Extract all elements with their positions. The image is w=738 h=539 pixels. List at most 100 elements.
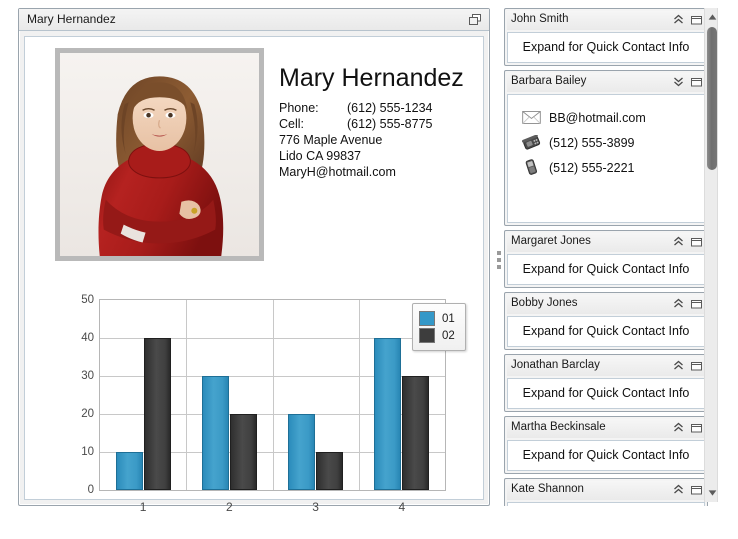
legend-swatch-02 [419, 328, 435, 343]
splitter-grip-dot [497, 258, 501, 262]
chevron-up-icon[interactable] [673, 298, 684, 312]
app-root: Mary Hernandez [0, 0, 738, 539]
quick-contact-panel-body: Expand for Quick Contact Info [507, 254, 705, 285]
contact-email: MaryH@hotmail.com [279, 164, 494, 180]
restore-window-icon[interactable] [469, 14, 482, 26]
legend-swatch-01 [419, 311, 435, 326]
restore-window-icon[interactable] [691, 77, 702, 90]
quick-contact-panel-header[interactable]: Martha Beckinsale [507, 419, 705, 438]
expand-quick-contact-button[interactable]: Expand for Quick Contact Info [508, 317, 704, 346]
restore-window-icon[interactable] [691, 423, 702, 436]
phone-label: Phone: [279, 100, 347, 116]
quick-contact-panel-header[interactable]: Margaret Jones [507, 233, 705, 252]
quick-contact-panel-tools [673, 360, 702, 374]
scrollbar-thumb[interactable] [707, 27, 717, 170]
quick-contact-detail-value: BB@hotmail.com [549, 111, 646, 125]
chart-bar [316, 452, 343, 490]
mobile-phone-icon [520, 159, 542, 176]
chevron-down-icon[interactable] [673, 76, 684, 90]
chevron-up-icon[interactable] [673, 484, 684, 498]
splitter-grip-dot [497, 265, 501, 269]
expand-quick-contact-button[interactable]: Expand for Quick Contact Info [508, 441, 704, 470]
contact-info: Mary Hernandez Phone:(612) 555-1234 Cell… [279, 65, 494, 180]
restore-window-icon[interactable] [691, 299, 702, 312]
chart-y-tick: 40 [81, 332, 94, 344]
contact-cell-row: Cell:(612) 555-8775 [279, 116, 494, 132]
chart-bar [116, 452, 143, 490]
restore-window-icon[interactable] [691, 237, 702, 250]
contact-name: Mary Hernandez [279, 65, 494, 91]
cell-value: (612) 555-8775 [347, 117, 432, 131]
quick-contact-panel-header[interactable]: Barbara Bailey [507, 73, 705, 92]
chart-y-tick: 30 [81, 370, 94, 382]
chart-gridline-v [273, 300, 274, 490]
quick-contact-panel-tools [673, 298, 702, 312]
quick-contact-panel: John Smith Expand for Quick Contact Info [504, 8, 708, 66]
quick-contact-panel-tools [673, 236, 702, 250]
quick-contact-panel-body: Expand for Quick Contact Info [507, 32, 705, 63]
quick-contact-panel: Jonathan Barclay Expand for Quick Contact… [504, 354, 708, 412]
chart-x-tick: 1 [140, 500, 147, 514]
quick-contact-name: Bobby Jones [511, 297, 578, 309]
chart-plot-area: 010203040501234 [99, 299, 446, 491]
chart-legend: 01 02 [412, 303, 466, 351]
quick-contact-panel-header[interactable]: Jonathan Barclay [507, 357, 705, 376]
chart-gridline-v [359, 300, 360, 490]
chart-bar [288, 414, 315, 490]
quick-contact-name: Margaret Jones [511, 235, 591, 247]
desk-phone-icon [520, 135, 542, 150]
legend-label-02: 02 [442, 330, 455, 342]
quick-contact-panel-header[interactable]: John Smith [507, 11, 705, 30]
chevron-up-icon[interactable] [673, 236, 684, 250]
envelope-icon [520, 111, 542, 124]
chart-x-tick: 3 [312, 500, 319, 514]
chart-bar [144, 338, 171, 490]
quick-contact-panel-body: Expand for Quick Contact Info [507, 316, 705, 347]
chart-x-tick: 2 [226, 500, 233, 514]
legend-label-01: 01 [442, 313, 455, 325]
quick-contact-panel-tools [673, 14, 702, 28]
quick-contact-panel-body: Expand for Quick Contact Info [507, 440, 705, 471]
phone-value: (612) 555-1234 [347, 101, 432, 115]
restore-window-icon[interactable] [691, 361, 702, 374]
quick-contact-panel-body: Expand for Quick Contact Info [507, 502, 705, 506]
quick-contacts-pane: John SmithExpand for Quick Contact InfoB… [504, 8, 738, 506]
quick-contact-panel-header[interactable]: Kate Shannon [507, 481, 705, 500]
vertical-splitter[interactable] [494, 8, 504, 506]
chart-bar [202, 376, 229, 490]
expand-quick-contact-button[interactable]: Expand for Quick Contact Info [508, 255, 704, 284]
quick-contact-detail-list: BB@hotmail.com(512) 555-3899(512) 555-22… [508, 95, 704, 222]
splitter-grip-dot [497, 251, 501, 255]
chevron-up-icon[interactable] [673, 360, 684, 374]
chart-y-tick: 10 [81, 446, 94, 458]
restore-window-icon[interactable] [691, 485, 702, 498]
quick-contact-detail-row: BB@hotmail.com [520, 105, 704, 130]
quick-contact-panel: Bobby Jones Expand for Quick Contact Info [504, 292, 708, 350]
vertical-scrollbar[interactable] [704, 8, 718, 502]
contact-bar-chart: 010203040501234 01 02 [55, 289, 475, 514]
quick-contact-name: Jonathan Barclay [511, 359, 600, 371]
chart-x-tick: 4 [399, 500, 406, 514]
contact-photo-frame [55, 48, 264, 261]
expand-quick-contact-button[interactable]: Expand for Quick Contact Info [508, 33, 704, 62]
quick-contact-panel: Barbara Bailey BB@hotmail.com(512) 555-38… [504, 70, 708, 226]
chevron-up-icon[interactable] [673, 422, 684, 436]
restore-window-icon[interactable] [691, 15, 702, 28]
quick-contact-panel-tools [673, 76, 702, 90]
quick-contact-name: Kate Shannon [511, 483, 584, 495]
quick-contact-detail-value: (512) 555-2221 [549, 161, 634, 175]
triangle-down-icon[interactable] [705, 486, 719, 500]
triangle-up-icon[interactable] [705, 10, 719, 24]
quick-contact-panel-header[interactable]: Bobby Jones [507, 295, 705, 314]
chart-y-tick: 20 [81, 408, 94, 420]
contact-detail-body: Mary Hernandez Phone:(612) 555-1234 Cell… [24, 36, 484, 500]
expand-quick-contact-button[interactable]: Expand for Quick Contact Info [508, 379, 704, 408]
contact-photo [60, 53, 259, 256]
quick-contact-detail-row: (512) 555-2221 [520, 155, 704, 180]
expand-quick-contact-button[interactable]: Expand for Quick Contact Info [508, 503, 704, 506]
chevron-up-icon[interactable] [673, 14, 684, 28]
quick-contact-panel: Martha Beckinsale Expand for Quick Contac… [504, 416, 708, 474]
contact-address-line1: 776 Maple Avenue [279, 132, 494, 148]
chart-bar [402, 376, 429, 490]
chart-bar [374, 338, 401, 490]
